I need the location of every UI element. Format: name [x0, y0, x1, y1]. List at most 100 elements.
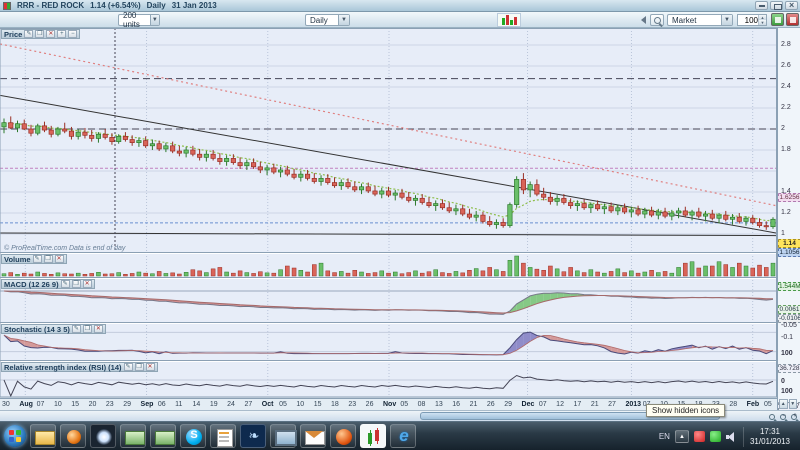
spin-down-icon[interactable]: ▼ — [759, 20, 766, 25]
time-axis-label: 08 — [418, 401, 426, 408]
macd-panel-header[interactable]: MACD (12 26 9) ✎ ❐ ✕ — [1, 279, 95, 289]
window-titlebar[interactable]: RRR - RED ROCK 1.14 (+6.54%) Daily 31 Ja… — [0, 0, 800, 12]
price-panel-header[interactable]: Price ✎ ❐ ✕ + − — [1, 29, 80, 39]
magnifier-icon — [654, 17, 661, 24]
collapse-arrow-icon[interactable] — [641, 16, 646, 24]
chevron-down-icon[interactable]: ▼ — [150, 15, 159, 25]
time-axis-label: 2013 — [625, 401, 641, 408]
zoom-out-button[interactable]: − — [780, 414, 786, 420]
price-axis: 1.6256 1.14 1.1056 1.544M 0.0061 -0.0106… — [777, 28, 800, 410]
zoom-out-icon[interactable]: − — [68, 30, 77, 38]
computer-icon[interactable] — [270, 424, 296, 448]
window-icon[interactable]: ❐ — [44, 255, 53, 263]
zoom-in-icon[interactable]: + — [57, 30, 66, 38]
folder-green-icon[interactable] — [150, 424, 176, 448]
window-icon[interactable]: ❐ — [72, 280, 81, 288]
stoch-axis-bottom: 0 — [781, 378, 785, 385]
time-axis-label: Dec — [522, 401, 535, 408]
stoch-axis-top: 100 — [781, 350, 793, 357]
wrench-icon[interactable]: ✎ — [24, 30, 33, 38]
skype-icon[interactable] — [180, 424, 206, 448]
macd-axis-label: -0.05 — [781, 322, 797, 329]
axis-spinner[interactable]: ▲▼ — [779, 399, 797, 409]
wrench-icon[interactable]: ✎ — [33, 255, 42, 263]
zoom-reset-button[interactable] — [769, 414, 775, 420]
wrench-icon[interactable]: ✎ — [124, 363, 133, 371]
stochastic-panel-header[interactable]: Stochastic (14 3 5) ✎ ❐ ✕ — [1, 324, 106, 334]
action-center-icon[interactable] — [694, 431, 705, 442]
time-axis-label: 12 — [556, 401, 564, 408]
price-axis-label: 1.4 — [781, 188, 791, 195]
copyright-note: © ProRealTime.com Data is end of day — [4, 245, 125, 252]
time-axis-label: 05 — [764, 401, 772, 408]
glow-circle-icon[interactable] — [90, 424, 116, 448]
price-axis-label: 2 — [781, 125, 785, 132]
folder-green-icon[interactable] — [120, 424, 146, 448]
search-button[interactable] — [650, 14, 664, 26]
quantity-input[interactable] — [738, 15, 758, 25]
taskbar-clock[interactable]: 17:31 31/01/2013 — [743, 427, 796, 447]
time-axis-label: 11 — [175, 401, 182, 408]
time-axis-label: Aug — [19, 401, 33, 408]
chevron-down-icon[interactable]: ▼ — [338, 15, 349, 25]
order-type-dropdown[interactable]: Market ▼ — [667, 14, 733, 26]
sell-button[interactable] — [786, 13, 799, 26]
mail-icon[interactable] — [300, 424, 326, 448]
show-hidden-icons-tooltip: Show hidden icons — [646, 404, 725, 417]
notes-icon[interactable] — [210, 424, 236, 448]
chart-canvas[interactable] — [0, 28, 777, 398]
rsi-panel-header[interactable]: Relative strength index (RSI) (14) ✎ ❐ ✕ — [1, 362, 158, 372]
units-dropdown[interactable]: 200 units ▼ — [118, 14, 160, 26]
close-icon[interactable]: ✕ — [83, 280, 92, 288]
maximize-button[interactable] — [770, 1, 783, 10]
time-axis-label: 13 — [435, 401, 443, 408]
trading-sphere-icon[interactable] — [330, 424, 356, 448]
chevron-down-icon[interactable]: ▼ — [721, 15, 732, 25]
close-icon[interactable]: ✕ — [46, 30, 55, 38]
price-axis-label: 1.2 — [781, 209, 791, 216]
price-axis-label: 1.8 — [781, 146, 791, 153]
time-axis-label: 10 — [54, 401, 62, 408]
time-axis-label: 24 — [227, 401, 235, 408]
internet-explorer-icon[interactable] — [390, 424, 416, 448]
close-icon[interactable]: ✕ — [55, 255, 64, 263]
time-axis-label: 17 — [574, 401, 582, 408]
volume-panel-header[interactable]: Volume ✎ ❐ ✕ — [1, 254, 67, 264]
minimize-button[interactable] — [755, 1, 768, 10]
feather-app-icon[interactable] — [240, 424, 266, 448]
period-dropdown[interactable]: Daily ▼ — [305, 14, 350, 26]
start-orb-icon[interactable] — [4, 425, 26, 447]
time-axis-label: 05 — [400, 401, 408, 408]
wrench-icon[interactable]: ✎ — [72, 325, 81, 333]
time-axis-label: 05 — [279, 401, 287, 408]
prorealtime-window: RRR - RED ROCK 1.14 (+6.54%) Daily 31 Ja… — [0, 0, 800, 450]
quantity-stepper[interactable]: ▲▼ — [737, 14, 767, 26]
window-icon[interactable]: ❐ — [135, 363, 144, 371]
close-icon[interactable]: ✕ — [146, 363, 155, 371]
media-player-icon[interactable] — [60, 424, 86, 448]
buy-button[interactable] — [771, 13, 784, 26]
show-hidden-icons-button[interactable]: ▲ — [675, 430, 689, 443]
time-axis-label: Nov — [383, 401, 396, 408]
close-button[interactable] — [785, 1, 798, 10]
prorealtime-logo-icon — [497, 13, 521, 27]
system-tray: EN ▲ 17:31 31/01/2013 — [659, 422, 800, 450]
spin-up-icon: ▲ — [779, 399, 788, 409]
time-axis-label: Oct — [262, 401, 274, 408]
time-axis-label: 20 — [89, 401, 97, 408]
close-icon[interactable]: ✕ — [94, 325, 103, 333]
window-icon[interactable]: ❐ — [83, 325, 92, 333]
window-icon[interactable]: ❐ — [35, 30, 44, 38]
wrench-icon[interactable]: ✎ — [61, 280, 70, 288]
time-axis-label: 19 — [210, 401, 218, 408]
language-indicator[interactable]: EN — [659, 432, 670, 441]
status-icon[interactable] — [710, 431, 721, 442]
timeframe-label: Daily — [147, 1, 166, 10]
time-axis-label: 14 — [193, 401, 201, 408]
zoom-in-button[interactable]: + — [791, 414, 797, 420]
time-axis-label: 28 — [729, 401, 737, 408]
prorealtime-icon[interactable] — [360, 424, 386, 448]
symbol-title: RRR - RED ROCK — [17, 1, 84, 10]
explorer-icon[interactable] — [30, 424, 56, 448]
speaker-icon[interactable] — [726, 431, 738, 443]
